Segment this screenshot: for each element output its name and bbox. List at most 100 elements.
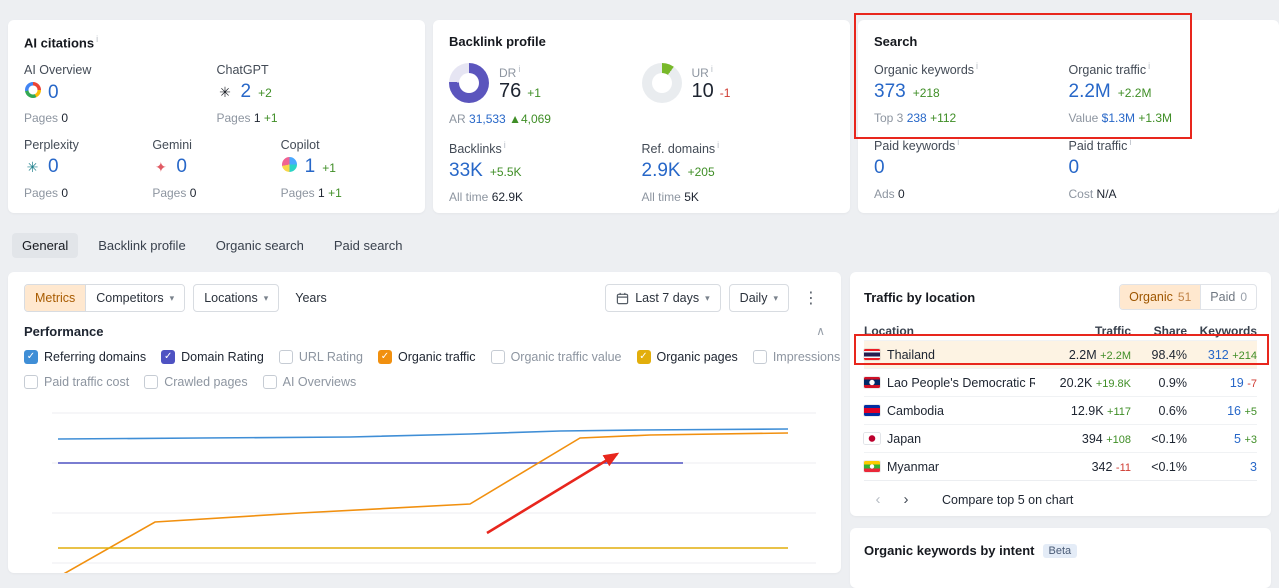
column-traffic: Traffic xyxy=(1094,324,1131,338)
paid-keywords-value[interactable]: 0 xyxy=(874,157,885,179)
url-rating-value: 10 xyxy=(691,79,714,102)
competitors-dropdown[interactable]: Competitors ▾ xyxy=(85,285,185,311)
japan-flag-icon xyxy=(864,433,880,444)
info-icon[interactable]: i xyxy=(957,137,959,147)
table-footer: ‹ › Compare top 5 on chart xyxy=(864,480,1257,518)
compare-top5-link[interactable]: Compare top 5 on chart xyxy=(942,493,1073,507)
organic-toggle[interactable]: Organic 51 xyxy=(1120,285,1201,309)
metric-checkbox-organic-pages[interactable]: ✓ Organic pages xyxy=(636,349,738,364)
tab-backlink-profile[interactable]: Backlink profile xyxy=(88,233,195,258)
column-keywords: Keywords xyxy=(1199,324,1257,338)
column-location: Location xyxy=(864,324,914,338)
domain-rating-donut xyxy=(449,63,489,103)
search-card: Search Organic keywords i 373 +218 Top 3 2… xyxy=(858,20,1279,213)
checkbox-icon: ✓ xyxy=(636,349,651,364)
table-row-myanmar[interactable]: Myanmar 342 -11 <0.1% 3 xyxy=(864,452,1257,480)
checkmark-icon: ✓ xyxy=(26,351,36,362)
chevron-down-icon: ▾ xyxy=(169,292,175,303)
info-icon[interactable]: i xyxy=(96,34,98,44)
collapse-chevron-icon[interactable]: ∧ xyxy=(816,324,825,338)
checkbox-icon xyxy=(490,349,505,364)
gemini-icon: ✦ xyxy=(154,159,167,176)
checkmark-icon: ✓ xyxy=(163,351,173,362)
info-icon[interactable]: i xyxy=(504,140,506,150)
info-icon[interactable]: i xyxy=(1148,61,1150,71)
kebab-menu-icon[interactable]: ⋮ xyxy=(797,288,825,308)
metric-checkbox-referring-domains[interactable]: ✓ Referring domains xyxy=(24,349,146,364)
ahrefs-rank-value[interactable]: 31,533 xyxy=(469,112,506,126)
table-row-thailand[interactable]: Thailand 2.2M +2.2M 98.4% 312 +214 xyxy=(864,340,1257,368)
organic-traffic-value[interactable]: 2.2M xyxy=(1069,81,1111,103)
ai-overview-count[interactable]: 0 xyxy=(48,82,59,104)
metric-checkbox-organic-traffic-value[interactable]: Organic traffic value xyxy=(490,349,622,364)
ai-citations-card: AI citations i AI Overview 0 Pages 0 Chat… xyxy=(8,20,425,213)
tab-organic-search[interactable]: Organic search xyxy=(206,233,314,258)
organic-paid-toggle: Organic 51 Paid 0 xyxy=(1119,284,1257,310)
backlinks-value[interactable]: 33K xyxy=(449,160,483,182)
copilot-count[interactable]: 1 xyxy=(305,156,316,178)
laos-flag-icon xyxy=(864,377,880,388)
prev-page-button[interactable]: ‹ xyxy=(864,491,892,508)
performance-chart[interactable] xyxy=(24,399,825,573)
granularity-dropdown[interactable]: Daily ▾ xyxy=(728,284,789,312)
table-row-japan[interactable]: Japan 394 +108 <0.1% 5 +3 xyxy=(864,424,1257,452)
gemini-count[interactable]: 0 xyxy=(176,156,187,178)
date-range-dropdown[interactable]: Last 7 days ▾ xyxy=(605,284,721,312)
checkbox-icon xyxy=(24,374,38,389)
metric-checkbox-domain-rating[interactable]: ✓ Domain Rating xyxy=(161,349,264,364)
perplexity-count[interactable]: 0 xyxy=(48,156,59,178)
next-page-button[interactable]: › xyxy=(892,491,920,508)
checkmark-icon: ✓ xyxy=(380,351,390,362)
metric-checkbox-organic-traffic[interactable]: ✓ Organic traffic xyxy=(377,349,476,364)
table-row-laos[interactable]: Lao People's Democratic Reput 20.2K +19.… xyxy=(864,368,1257,396)
site-explorer-dashboard: { "ai": { "title": "AI citations", "item… xyxy=(0,0,1279,588)
ai-item-gemini: Gemini ✦ 0 Pages 0 xyxy=(152,138,197,201)
ur-column: UR i 10 -1 Ref. domains i 2.9K +205 All time… xyxy=(641,61,835,204)
paid-traffic-value[interactable]: 0 xyxy=(1069,157,1080,179)
checkbox-icon: ✓ xyxy=(24,349,38,364)
checkbox-icon xyxy=(752,349,767,364)
ai-item-chatgpt: ChatGPT ✳ 2 +2 Pages 1 +1 xyxy=(216,63,278,126)
backlink-profile-title: Backlink profile xyxy=(449,34,546,49)
metric-toggles-row-2: Paid traffic cost Crawled pages AI Overv… xyxy=(24,373,825,390)
years-button[interactable]: Years xyxy=(287,284,335,312)
checkmark-icon: ✓ xyxy=(639,351,648,362)
metrics-competitors-group: Metrics Competitors ▾ xyxy=(24,284,186,312)
paid-toggle[interactable]: Paid 0 xyxy=(1200,285,1256,309)
locations-dropdown[interactable]: Locations ▾ xyxy=(193,284,280,312)
info-icon[interactable]: i xyxy=(1129,137,1131,147)
ai-item-ai-overview: AI Overview 0 Pages 0 xyxy=(24,63,92,126)
checkbox-icon: ✓ xyxy=(377,349,392,364)
metric-checkbox-impressions[interactable]: Impressions xyxy=(752,349,840,364)
metric-checkbox-ai-overviews[interactable]: AI Overviews xyxy=(262,374,356,389)
table-header: Location Traffic Share Keywords xyxy=(864,322,1257,340)
info-icon[interactable]: i xyxy=(711,64,713,74)
metric-checkbox-url-rating[interactable]: URL Rating xyxy=(278,349,363,364)
top3-value[interactable]: 238 xyxy=(907,111,927,125)
info-icon[interactable]: i xyxy=(518,64,520,74)
search-title: Search xyxy=(874,34,918,49)
dr-column: DR i 76 +1 AR 31,533 ▲4,069 Backlinks i 33K… xyxy=(449,61,642,204)
chatgpt-count[interactable]: 2 xyxy=(241,81,252,103)
tab-paid-search[interactable]: Paid search xyxy=(324,233,413,258)
table-row-cambodia[interactable]: Cambodia 12.9K +117 0.6% 16 +5 xyxy=(864,396,1257,424)
tab-general[interactable]: General xyxy=(12,232,79,258)
organic-traffic-column: Organic traffic i 2.2M +2.2M Value $1.3M +… xyxy=(1068,61,1173,202)
traffic-value[interactable]: $1.3M xyxy=(1102,111,1135,125)
organic-keywords-value[interactable]: 373 xyxy=(874,81,906,103)
info-icon[interactable]: i xyxy=(717,140,719,150)
info-icon[interactable]: i xyxy=(976,61,978,71)
ref-domains-value[interactable]: 2.9K xyxy=(642,160,681,182)
performance-title: Performance xyxy=(24,323,104,339)
metric-checkbox-paid-traffic-cost[interactable]: Paid traffic cost xyxy=(24,374,129,389)
performance-chart-area[interactable] xyxy=(24,399,825,573)
url-rating-donut xyxy=(641,63,682,103)
thailand-flag-icon xyxy=(864,349,880,360)
ai-citations-title: AI citations xyxy=(24,35,95,51)
metric-checkbox-crawled-pages[interactable]: Crawled pages xyxy=(144,374,248,389)
ahrefs-rank: AR 31,533 ▲4,069 xyxy=(449,112,551,126)
ai-item-perplexity: Perplexity ✳ 0 Pages 0 xyxy=(24,138,79,201)
main-content: Metrics Competitors ▾ Locations ▾ Years La… xyxy=(0,272,1279,588)
checkbox-icon: ✓ xyxy=(161,349,176,364)
metrics-button[interactable]: Metrics xyxy=(25,285,86,311)
